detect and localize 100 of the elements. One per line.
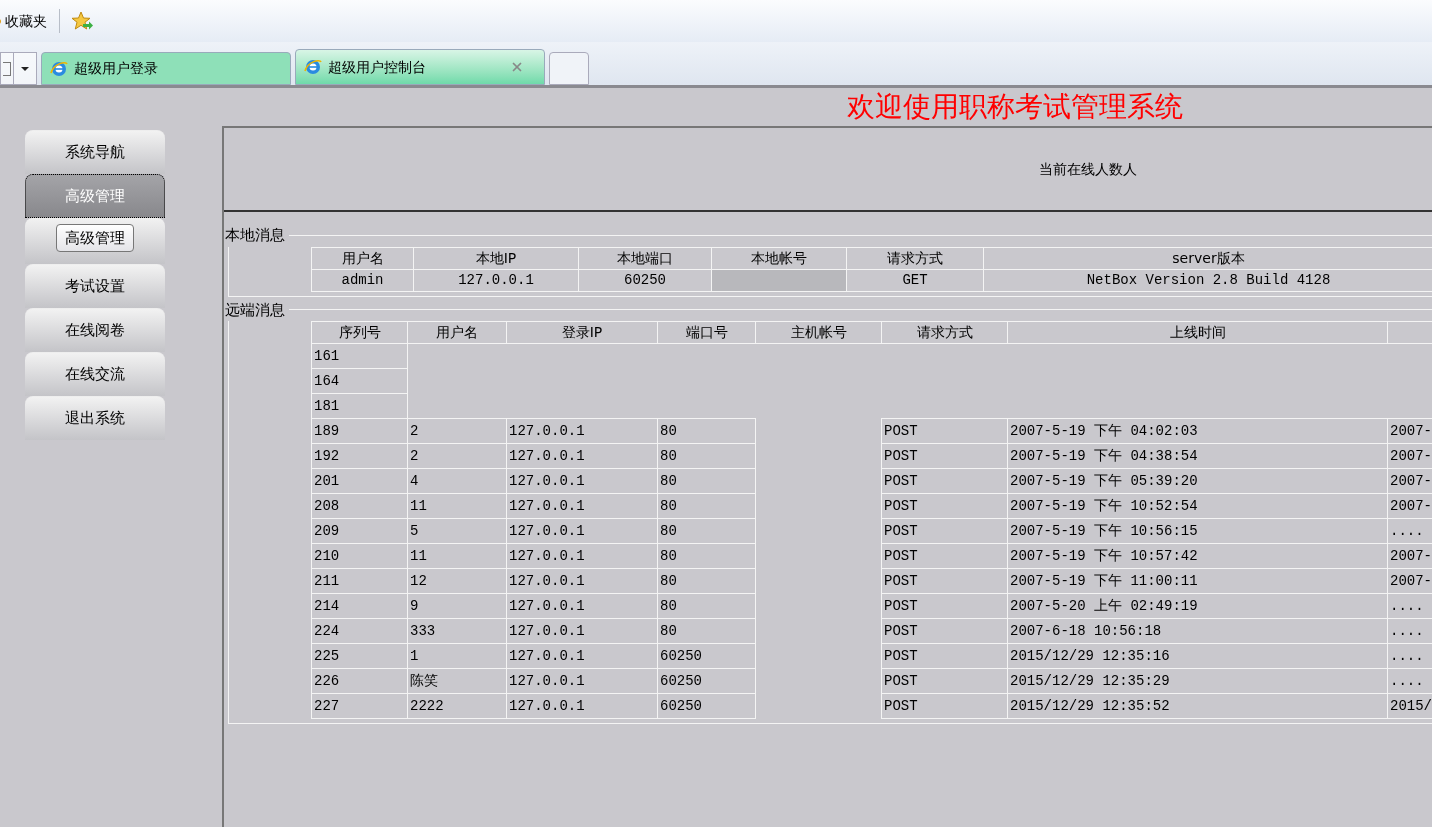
submenu-button[interactable]: 高级管理 [56,224,134,252]
table-cell: POST [881,468,1008,494]
table-cell: 127.0.0.1 [506,568,658,594]
table-cell: 208 [311,493,408,519]
page-title: 欢迎使用职称考试管理系统 [847,93,1183,121]
table-cell: POST [881,668,1008,694]
table-cell: 12 [407,568,507,594]
column-header: 登录IP [506,321,658,344]
table-cell: 2007-5-19 下午 10:56:15 [1007,518,1388,544]
table-cell: 2007-6-18 10:56:18 [1007,618,1388,644]
table-cell: 2007-5-19 下午 10:57:42 [1007,543,1388,569]
table-cell: 161 [311,343,408,369]
column-header: 端口号 [657,321,756,344]
table-cell: 181 [311,393,408,419]
column-header: 请求方式 [881,321,1008,344]
table-cell: 5 [407,518,507,544]
table-cell: POST [881,568,1008,594]
table-cell: 127.0.0.1 [506,643,658,669]
new-tab-button[interactable] [549,52,589,85]
table-cell: 2222 [407,693,507,719]
table-cell: POST [881,443,1008,469]
column-header: 用户名 [407,321,507,344]
table-cell: 127.0.0.1 [506,493,658,519]
table-cell: 4 [407,468,507,494]
table-cell: 189 [311,418,408,444]
online-count-text: 当前在线人数人 [1039,159,1137,179]
browser-tab[interactable]: 超级用户登录 [41,52,291,85]
table-cell: 2007-5-19 下午 04:02:03 [1007,418,1388,444]
table-cell: 127.0.0.1 [506,543,658,569]
table-cell: 226 [311,668,408,694]
table-cell: 2 [407,418,507,444]
table-cell: 210 [311,543,408,569]
column-header: 本地IP [413,247,579,269]
table-cell: 127.0.0.1 [506,518,658,544]
sidebar-menu-button[interactable]: 在线交流 [25,352,165,396]
table-cell: 127.0.0.1 [506,418,658,444]
table-cell: 1 [407,643,507,669]
table-cell: 2007-5-19 下午 04:38:54 [1007,443,1388,469]
table-cell: 11 [407,543,507,569]
table-cell: GET [846,269,984,291]
column-header: 本地端口 [578,247,712,269]
table-cell: 127.0.0.1 [506,693,658,719]
table-cell: 209 [311,518,408,544]
table-cell: 192 [311,443,408,469]
sidebar-menu-button[interactable]: 退出系统 [25,396,165,440]
table-cell: POST [881,543,1008,569]
table-cell: 2007- [1387,418,1432,444]
table-cell: 陈笑 [407,668,507,694]
table-cell: 60250 [657,693,756,719]
table-cell: 333 [407,618,507,644]
table-cell: 164 [311,368,408,394]
table-cell: 80 [657,618,756,644]
column-header: 主机帐号 [755,321,882,344]
column-header: 序列号 [311,321,408,344]
column-header: 用户名 [311,247,414,269]
table-cell: 80 [657,593,756,619]
table-cell: 80 [657,543,756,569]
table-cell: 225 [311,643,408,669]
table-cell: 11 [407,493,507,519]
close-icon[interactable] [510,60,524,74]
column-header: server版本 [983,247,1432,269]
star-arrow-icon[interactable] [72,11,94,31]
table-cell: 60250 [657,668,756,694]
table-cell: 127.0.0.1 [506,618,658,644]
sidebar-menu-button[interactable]: 在线阅卷 [25,308,165,352]
table-cell: 2 [407,443,507,469]
table-cell: 211 [311,568,408,594]
table-cell: 127.0.0.1 [506,593,658,619]
column-header: 请求方式 [846,247,984,269]
table-cell: 80 [657,468,756,494]
table-cell: 2007-5-19 下午 11:00:11 [1007,568,1388,594]
section-legend: 本地消息 [225,224,289,247]
table-cell: 2015/12/29 12:35:52 [1007,693,1388,719]
table-cell: 127.0.0.1 [413,269,579,291]
table-cell: 127.0.0.1 [506,468,658,494]
table-cell: 80 [657,443,756,469]
sidebar-menu-button[interactable]: 系统导航 [25,130,165,174]
sidebar-menu-button[interactable]: 考试设置 [25,264,165,308]
table-cell: 127.0.0.1 [506,443,658,469]
table-cell: 214 [311,593,408,619]
table-cell: POST [881,618,1008,644]
table-cell: 80 [657,418,756,444]
table-cell: 9 [407,593,507,619]
table-cell: 80 [657,568,756,594]
table-cell: POST [881,518,1008,544]
table-cell: POST [881,493,1008,519]
favorites-label[interactable]: 收藏夹 [5,10,47,32]
table-cell: POST [881,418,1008,444]
browser-tab[interactable]: 超级用户控制台 [295,49,545,85]
table-cell: POST [881,693,1008,719]
table-cell: 2007-5-19 下午 10:52:54 [1007,493,1388,519]
browser-e-icon [50,59,68,78]
browser-e-icon [304,58,322,76]
table-cell: 60250 [657,643,756,669]
table-cell: 80 [657,493,756,519]
table-cell: 2007-5-20 上午 02:49:19 [1007,593,1388,619]
section-legend: 远端消息 [225,298,289,321]
table-cell: POST [881,593,1008,619]
column-header: 上线时间 [1007,321,1388,344]
table-cell: 2015/12/29 12:35:29 [1007,668,1388,694]
